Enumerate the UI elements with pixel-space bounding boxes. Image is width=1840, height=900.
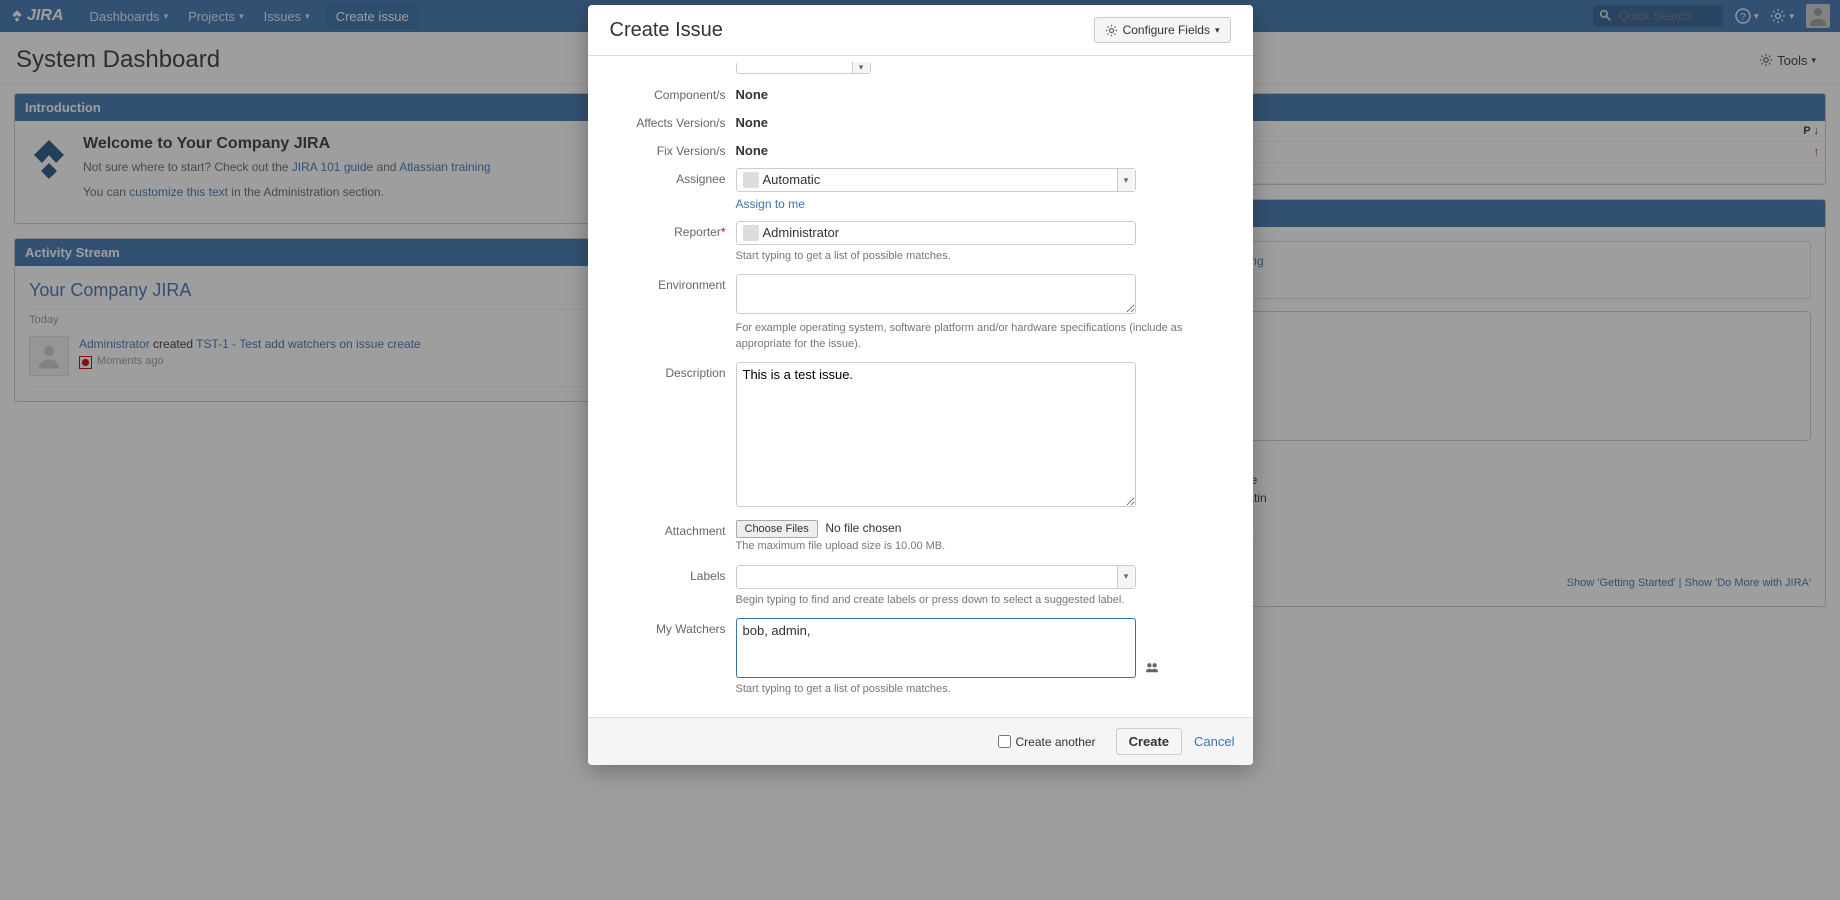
watchers-group-icon[interactable] [1145, 660, 1159, 674]
labels-hint: Begin typing to find and create labels o… [736, 593, 1226, 608]
user-icon [743, 172, 759, 188]
assign-to-me-link[interactable]: Assign to me [736, 197, 805, 211]
attachment-hint: The maximum file upload size is 10.00 MB… [736, 539, 1226, 554]
labels-select[interactable]: ▾ [736, 565, 1136, 589]
truncated-select[interactable]: ▾ [736, 62, 871, 74]
affects-versions-label: Affects Version/s [606, 112, 736, 130]
attachment-label: Attachment [606, 520, 736, 538]
description-textarea[interactable]: This is a test issue. [736, 362, 1136, 507]
labels-label: Labels [606, 565, 736, 583]
reporter-input[interactable]: Administrator [736, 221, 1136, 245]
chevron-down-icon: ▾ [1117, 566, 1135, 588]
cancel-link[interactable]: Cancel [1194, 734, 1234, 749]
watchers-input[interactable]: bob, admin, [736, 618, 1136, 678]
fix-versions-value: None [736, 140, 1235, 158]
environment-label: Environment [606, 274, 736, 292]
modal-overlay: Create Issue Configure Fields ▾ ▾ Compon… [0, 0, 1840, 900]
components-value: None [736, 84, 1235, 102]
reporter-hint: Start typing to get a list of possible m… [736, 249, 1226, 264]
components-label: Component/s [606, 84, 736, 102]
watchers-label: My Watchers [606, 618, 736, 636]
file-chosen-label: No file chosen [825, 521, 901, 535]
description-label: Description [606, 362, 736, 380]
chevron-down-icon: ▾ [852, 62, 870, 73]
chevron-down-icon: ▾ [1117, 169, 1135, 191]
create-another-input[interactable] [998, 735, 1011, 748]
user-icon [743, 225, 759, 241]
watchers-hint: Start typing to get a list of possible m… [736, 682, 1226, 697]
affects-versions-value: None [736, 112, 1235, 130]
choose-files-button[interactable]: Choose Files [736, 520, 818, 538]
modal-title: Create Issue [610, 19, 723, 42]
create-issue-dialog: Create Issue Configure Fields ▾ ▾ Compon… [588, 5, 1253, 765]
assignee-label: Assignee [606, 168, 736, 186]
create-another-checkbox[interactable]: Create another [998, 735, 1096, 749]
create-button[interactable]: Create [1116, 728, 1182, 755]
assignee-select[interactable]: Automatic ▾ [736, 168, 1136, 192]
environment-hint: For example operating system, software p… [736, 321, 1226, 352]
environment-textarea[interactable] [736, 274, 1136, 314]
reporter-label: Reporter [606, 221, 736, 239]
gear-icon [1105, 24, 1118, 37]
fix-versions-label: Fix Version/s [606, 140, 736, 158]
configure-fields-button[interactable]: Configure Fields ▾ [1094, 17, 1231, 43]
chevron-down-icon: ▾ [1215, 25, 1220, 36]
